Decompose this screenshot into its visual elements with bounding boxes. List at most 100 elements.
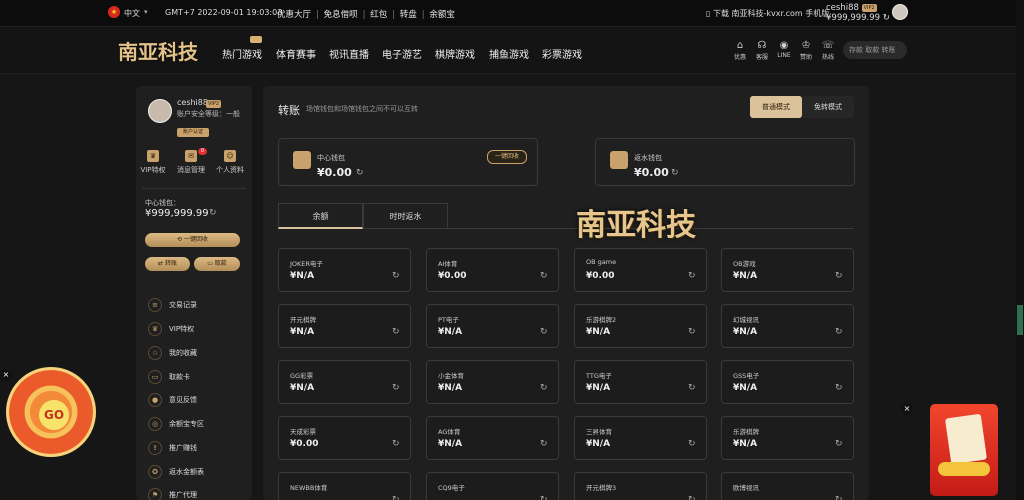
normal-mode-button[interactable]: 普通模式 [750,96,802,118]
line-shortcut[interactable]: ◉ LINE [774,40,794,59]
quick-search[interactable]: 存款 取款 转账 [843,41,907,59]
game-wallet-card[interactable]: 幻城视讯 ¥N/A ↻ [721,304,854,348]
close-icon[interactable]: × [0,369,12,381]
refresh-icon[interactable]: ↻ [835,327,843,337]
refresh-icon[interactable]: ↻ [688,327,696,337]
download-app-link[interactable]: ▯ 下载 南亚科技-kvxr.com 手机版 [706,8,829,19]
link-wheel[interactable]: 转盘 [400,10,417,20]
tab-balance[interactable]: 余额 [278,203,363,229]
refresh-icon[interactable]: ↻ [883,13,890,23]
chevron-down-icon[interactable]: ▾ [144,8,148,16]
scrollbar-thumb[interactable] [1017,305,1023,335]
nav-sports[interactable]: 体育赛事 [276,46,316,61]
game-wallet-card[interactable]: 开元棋牌 ¥N/A ↻ [278,304,411,348]
refresh-icon[interactable]: ↻ [392,383,400,393]
support-shortcut[interactable]: ☊ 客服 [752,40,772,61]
red-packet-promo[interactable] [930,404,998,496]
nav-slots[interactable]: 电子游艺 [382,46,422,61]
nav-hot-games[interactable]: 热门游戏 [222,46,262,61]
nav-fishing[interactable]: 捕鱼游戏 [489,46,529,61]
menu-rebate-table[interactable]: ✪ 返水金额表 [148,465,248,479]
game-wallet-card[interactable]: NEWBB体育 ↻ [278,472,411,500]
game-wallet-card[interactable]: GSS电子 ¥N/A ↻ [721,360,854,404]
refresh-icon[interactable]: ↻ [688,271,696,281]
game-wallet-card[interactable]: AG体育 ¥N/A ↻ [426,416,559,460]
game-balance: ¥0.00 [290,439,319,449]
link-redpacket[interactable]: 红包 [370,10,387,20]
menu-bank-card[interactable]: ▭ 取款卡 [148,370,248,384]
game-wallet-card[interactable]: 小金体育 ¥N/A ↻ [426,360,559,404]
refresh-icon[interactable]: ↻ [688,439,696,449]
nav-lottery[interactable]: 彩票游戏 [542,46,582,61]
sponsor-shortcut[interactable]: ♔ 赞助 [796,40,816,61]
game-wallet-card[interactable]: 乐游棋牌2 ¥N/A ↻ [574,304,707,348]
avatar[interactable] [892,4,908,20]
brand-logo[interactable]: 南亚科技 [118,36,198,65]
refresh-icon[interactable]: ↻ [835,439,843,449]
refresh-icon[interactable]: ↻ [671,168,679,178]
nav-cards[interactable]: 棋牌游戏 [435,46,475,61]
game-wallet-card[interactable]: 欧博视讯 ↻ [721,472,854,500]
wheel-go-button[interactable]: GO [39,400,69,430]
refresh-icon[interactable]: ↻ [688,383,696,393]
link-yuebao[interactable]: 余额宝 [429,10,455,20]
auto-transfer-mode-button[interactable]: 免转模式 [802,96,854,118]
game-wallet-card[interactable]: OB游戏 ¥N/A ↻ [721,248,854,292]
refresh-icon[interactable]: ↻ [392,327,400,337]
refresh-icon[interactable]: ↻ [356,168,364,178]
withdraw-button[interactable]: ▭ 取款 [194,257,240,271]
refresh-icon[interactable]: ↻ [540,495,548,500]
refresh-icon[interactable]: ↻ [540,439,548,449]
game-wallet-card[interactable]: PT电子 ¥N/A ↻ [426,304,559,348]
link-promotions[interactable]: 优惠大厅 [277,10,311,20]
lucky-wheel[interactable]: GO [6,367,96,457]
refresh-icon[interactable]: ↻ [209,208,217,218]
transfer-button[interactable]: ⇄ 转账 [145,257,190,271]
menu-agent[interactable]: ⚑ 推广代理 [148,488,248,500]
game-wallet-card[interactable]: 开元棋牌3 ↻ [574,472,707,500]
game-wallet-card[interactable]: AI体育 ¥0.00 ↻ [426,248,559,292]
game-wallet-card[interactable]: GG彩票 ¥N/A ↻ [278,360,411,404]
link-loan[interactable]: 免息借呗 [324,10,358,20]
game-wallet-card[interactable]: 天成彩票 ¥0.00 ↻ [278,416,411,460]
recall-all-button[interactable]: ⟲ 一键回收 [145,233,240,247]
vip-privilege-link[interactable]: ♛ VIP特权 [138,150,168,175]
refresh-icon[interactable]: ↻ [688,495,696,500]
refresh-icon[interactable]: ↻ [392,439,400,449]
game-wallet-card[interactable]: OB game ¥0.00 ↻ [574,248,707,292]
menu-referral[interactable]: ⇪ 推广赚钱 [148,441,248,455]
menu-feedback[interactable]: ● 意见反馈 [148,393,248,407]
menu-yuebao[interactable]: ◎ 余额宝专区 [148,417,248,431]
share-icon: ⇪ [148,441,162,455]
game-wallet-card[interactable]: CQ9电子 ↻ [426,472,559,500]
promo-shortcut[interactable]: ⌂ 优惠 [730,40,750,61]
tab-rebate[interactable]: 时时返水 [363,203,448,229]
verify-badge[interactable]: 账户认证 [177,128,209,137]
menu-favorites[interactable]: ☆ 我的收藏 [148,346,248,360]
hotline-shortcut[interactable]: ☏ 热线 [818,40,838,61]
recall-icon: ⟲ [177,236,184,243]
menu-vip[interactable]: ♛ VIP特权 [148,322,248,336]
game-wallet-card[interactable]: JOKER电子 ¥N/A ↻ [278,248,411,292]
refresh-icon[interactable]: ↻ [540,383,548,393]
refresh-icon[interactable]: ↻ [835,383,843,393]
avatar[interactable] [148,99,172,123]
recall-button[interactable]: 一键回收 [487,150,527,164]
refresh-icon[interactable]: ↻ [835,271,843,281]
nav-live[interactable]: 视讯直播 [329,46,369,61]
gift-icon: ⌂ [736,40,744,51]
close-icon[interactable]: × [901,403,913,415]
refresh-icon[interactable]: ↻ [392,495,400,500]
scrollbar[interactable] [1016,0,1024,500]
refresh-icon[interactable]: ↻ [540,271,548,281]
refresh-icon[interactable]: ↻ [540,327,548,337]
menu-transactions[interactable]: ≡ 交易记录 [148,298,248,312]
game-wallet-card[interactable]: 三昇体育 ¥N/A ↻ [574,416,707,460]
language-selector[interactable]: 中文 [124,8,140,19]
refresh-icon[interactable]: ↻ [835,495,843,500]
username[interactable]: ceshi88 VIP2 [826,3,877,13]
refresh-icon[interactable]: ↻ [392,271,400,281]
game-wallet-card[interactable]: 乐游棋牌 ¥N/A ↻ [721,416,854,460]
personal-info-link[interactable]: ☺ 个人资料 [215,150,245,175]
game-wallet-card[interactable]: TTG电子 ¥N/A ↻ [574,360,707,404]
